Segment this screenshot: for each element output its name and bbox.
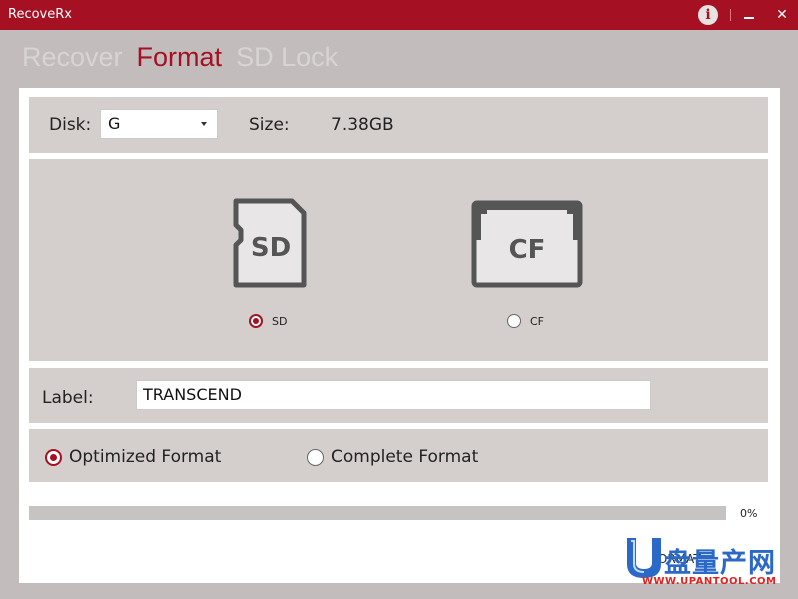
sd-radio[interactable] xyxy=(249,314,263,328)
volume-label-caption: Label: xyxy=(42,388,94,408)
cf-radio-option[interactable]: CF xyxy=(507,314,544,328)
size-value: 7.38GB xyxy=(331,115,394,135)
watermark-text: 盘量产网 xyxy=(664,548,776,579)
titlebar-divider xyxy=(730,9,731,21)
disk-select-value: G xyxy=(108,114,121,133)
sd-radio-option[interactable]: SD xyxy=(249,314,287,328)
format-mode-panel: Optimized Format Complete Format xyxy=(29,429,768,482)
disk-label: Disk: xyxy=(49,115,92,135)
close-icon[interactable]: ✕ xyxy=(775,4,789,24)
watermark: 盘量产网 WWW.UPANTOOL.COM xyxy=(624,536,794,596)
tab-format[interactable]: Format xyxy=(137,42,223,73)
minimize-icon[interactable] xyxy=(742,4,756,24)
sd-card-icon-text: SD xyxy=(251,233,291,263)
label-panel: Label: TRANSCEND xyxy=(29,368,768,423)
tab-bar: Recover Format SD Lock xyxy=(22,42,352,82)
format-content: Disk: G Size: 7.38GB SD CF SD CF Label: … xyxy=(19,88,780,583)
cf-radio-label: CF xyxy=(530,314,545,328)
cf-card-icon-text: CF xyxy=(509,235,546,265)
tab-sd-lock[interactable]: SD Lock xyxy=(236,42,338,73)
sd-radio-label: SD xyxy=(272,314,288,328)
cf-card-icon[interactable]: CF xyxy=(471,200,583,288)
volume-label-input[interactable]: TRANSCEND xyxy=(136,380,651,410)
cf-radio[interactable] xyxy=(507,314,521,328)
optimized-format-radio[interactable] xyxy=(45,448,62,466)
tab-recover[interactable]: Recover xyxy=(22,42,123,73)
complete-format-label: Complete Format xyxy=(331,447,479,467)
complete-format-radio[interactable] xyxy=(307,448,324,466)
optimized-format-label: Optimized Format xyxy=(69,447,222,467)
title-bar: RecoveRx i ✕ xyxy=(0,0,798,30)
complete-format-option[interactable]: Complete Format xyxy=(307,447,478,467)
disk-select[interactable]: G xyxy=(100,109,218,139)
watermark-url: WWW.UPANTOOL.COM xyxy=(642,576,777,587)
progress-percent: 0% xyxy=(740,507,758,520)
chevron-down-icon xyxy=(201,122,207,126)
app-title: RecoveRx xyxy=(8,7,72,22)
info-icon[interactable]: i xyxy=(698,5,718,25)
disk-panel: Disk: G Size: 7.38GB xyxy=(29,97,768,153)
card-type-panel: SD CF SD CF xyxy=(29,159,768,361)
optimized-format-option[interactable]: Optimized Format xyxy=(45,447,221,467)
sd-card-icon[interactable]: SD xyxy=(232,197,308,289)
progress-bar xyxy=(29,506,726,520)
watermark-u-logo-icon xyxy=(627,538,661,578)
size-label: Size: xyxy=(249,115,290,135)
